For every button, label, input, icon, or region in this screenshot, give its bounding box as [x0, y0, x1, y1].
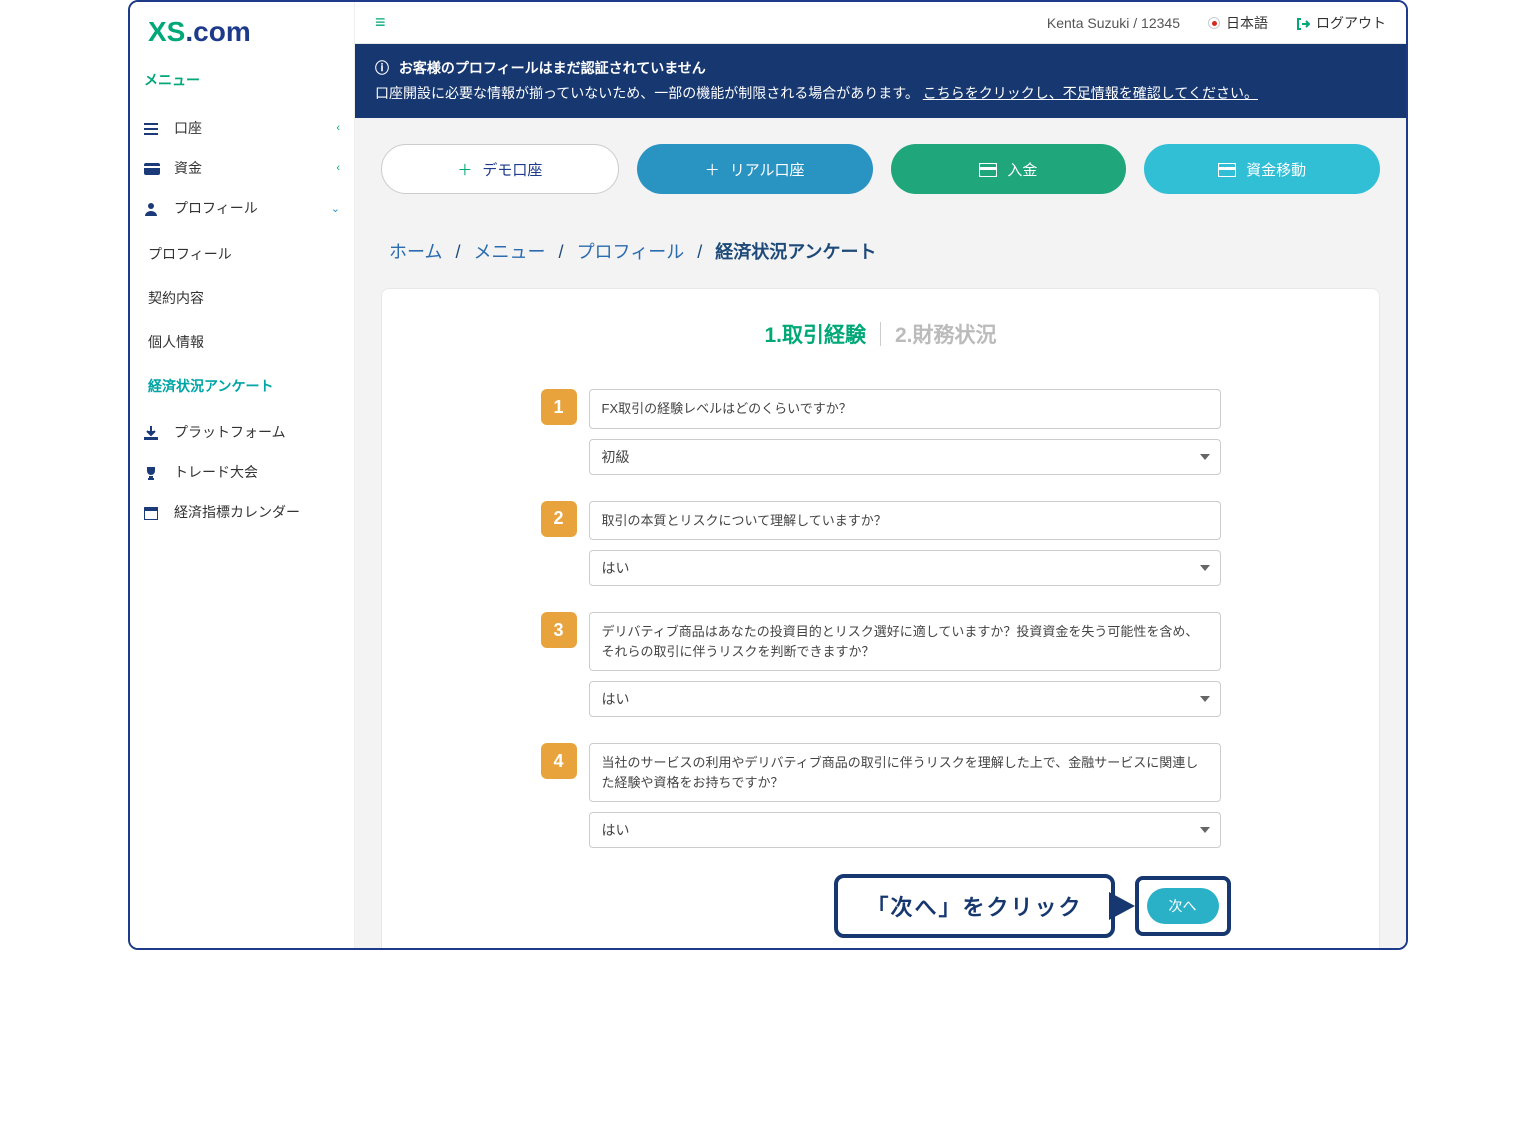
- sidebar: XS.com メニュー 口座 ‹ 資金 ‹: [130, 2, 355, 948]
- step-2[interactable]: 2.財務状況: [895, 319, 997, 349]
- user-info: Kenta Suzuki / 12345: [1047, 15, 1180, 31]
- question-number: 3: [541, 612, 577, 648]
- alert-link[interactable]: こちらをクリックし、不足情報を確認してください。: [923, 85, 1258, 101]
- menu-heading: メニュー: [130, 62, 354, 108]
- sidebar-item-contest[interactable]: トレード大会: [130, 452, 354, 492]
- question-4-select[interactable]: はい: [589, 812, 1221, 848]
- sidebar-item-profile[interactable]: プロフィール ⌄: [130, 188, 354, 228]
- question-label: 取引の本質とリスクについて理解していますか？: [589, 501, 1221, 541]
- trophy-icon: [144, 464, 160, 480]
- crumb-profile[interactable]: プロフィール: [577, 242, 685, 262]
- action-row: ＋ デモ口座 ＋ リアル口座 入金 資金移動: [355, 118, 1406, 220]
- sub-item-personal[interactable]: 個人情報: [130, 320, 354, 364]
- question-3-select[interactable]: はい: [589, 681, 1221, 717]
- question-4: 4 当社のサービスの利用やデリバティブ商品の取引に伴うリスクを理解した上で、金融…: [541, 743, 1221, 848]
- question-1-select[interactable]: 初級: [589, 439, 1221, 475]
- flag-jp-icon: [1208, 17, 1220, 29]
- real-account-button[interactable]: ＋ リアル口座: [637, 144, 873, 194]
- next-button[interactable]: 次へ: [1147, 888, 1219, 924]
- card-icon: [979, 161, 997, 178]
- alert-banner: ⓘ お客様のプロフィールはまだ認証されていません 口座開設に必要な情報が揃ってい…: [355, 44, 1406, 118]
- calendar-icon: [144, 504, 160, 520]
- question-number: 2: [541, 501, 577, 537]
- crumb-current: 経済状況アンケート: [715, 242, 876, 262]
- sidebar-item-label: 資金: [174, 158, 202, 178]
- question-label: デリバティブ商品はあなたの投資目的とリスク選好に適していますか？投資資金を失う可…: [589, 612, 1221, 671]
- wallet-icon: [144, 160, 160, 176]
- btn-label: 入金: [1007, 159, 1037, 180]
- sidebar-item-calendar[interactable]: 経済指標カレンダー: [130, 492, 354, 532]
- step-tabs: 1.取引経験 2.財務状況: [402, 319, 1359, 349]
- chevron-left-icon: ‹: [336, 162, 340, 174]
- lang-label: 日本語: [1226, 13, 1268, 33]
- step-divider: [880, 322, 881, 346]
- question-2: 2 取引の本質とリスクについて理解していますか？ はい: [541, 501, 1221, 587]
- question-3: 3 デリバティブ商品はあなたの投資目的とリスク選好に適していますか？投資資金を失…: [541, 612, 1221, 717]
- plus-icon: ＋: [705, 159, 720, 180]
- profile-sublist: プロフィール 契約内容 個人情報 経済状況アンケート: [130, 228, 354, 412]
- logo-xs: XS: [148, 16, 185, 47]
- crumb-menu[interactable]: メニュー: [474, 242, 546, 262]
- question-number: 4: [541, 743, 577, 779]
- user-icon: [144, 200, 160, 216]
- sidebar-item-label: プラットフォーム: [174, 422, 286, 442]
- logo: XS.com: [130, 2, 354, 62]
- logout-icon: [1296, 14, 1310, 30]
- language-selector[interactable]: 日本語: [1208, 13, 1268, 33]
- card-icon: [1218, 161, 1236, 178]
- crumb-home[interactable]: ホーム: [389, 242, 442, 262]
- sidebar-item-funds[interactable]: 資金 ‹: [130, 148, 354, 188]
- sidebar-item-account[interactable]: 口座 ‹: [130, 108, 354, 148]
- alert-title: お客様のプロフィールはまだ認証されていません: [399, 60, 706, 76]
- question-1: 1 FX取引の経験レベルはどのくらいですか？ 初級: [541, 389, 1221, 475]
- info-icon: ⓘ: [375, 60, 389, 76]
- download-icon: [144, 424, 160, 440]
- sub-item-contract[interactable]: 契約内容: [130, 276, 354, 320]
- hamburger-icon[interactable]: ≡: [375, 12, 386, 33]
- demo-account-button[interactable]: ＋ デモ口座: [381, 144, 619, 194]
- sidebar-item-label: 経済指標カレンダー: [174, 502, 300, 522]
- sidebar-item-label: トレード大会: [174, 462, 258, 482]
- instruction-callout: 「次へ」をクリック: [834, 874, 1114, 938]
- logout-button[interactable]: ログアウト: [1296, 13, 1386, 33]
- step-1[interactable]: 1.取引経験: [764, 319, 866, 349]
- sub-item-profile[interactable]: プロフィール: [130, 232, 354, 276]
- sub-item-survey[interactable]: 経済状況アンケート: [130, 364, 354, 408]
- chevron-left-icon: ‹: [336, 122, 340, 134]
- question-label: 当社のサービスの利用やデリバティブ商品の取引に伴うリスクを理解した上で、金融サー…: [589, 743, 1221, 802]
- logout-label: ログアウト: [1316, 13, 1386, 33]
- chevron-down-icon: ⌄: [331, 202, 340, 215]
- sidebar-item-platform[interactable]: プラットフォーム: [130, 412, 354, 452]
- sidebar-item-label: 口座: [174, 118, 202, 138]
- question-2-select[interactable]: はい: [589, 550, 1221, 586]
- topbar: ≡ Kenta Suzuki / 12345 日本語 ログアウト: [355, 2, 1406, 44]
- question-number: 1: [541, 389, 577, 425]
- next-button-highlight: 次へ: [1135, 876, 1231, 936]
- sidebar-item-label: プロフィール: [174, 198, 258, 218]
- transfer-button[interactable]: 資金移動: [1144, 144, 1380, 194]
- main: ≡ Kenta Suzuki / 12345 日本語 ログアウト ⓘ お客様のプ…: [355, 2, 1406, 948]
- btn-label: デモ口座: [482, 159, 542, 180]
- deposit-button[interactable]: 入金: [891, 144, 1127, 194]
- btn-label: 資金移動: [1246, 159, 1306, 180]
- alert-body: 口座開設に必要な情報が揃っていないため、一部の機能が制限される場合があります。: [375, 85, 919, 101]
- survey-card: 1.取引経験 2.財務状況 1 FX取引の経験レベルはどのくらいですか？ 初級 …: [381, 288, 1380, 950]
- list-icon: [144, 120, 160, 136]
- logo-dot: .: [185, 16, 193, 47]
- breadcrumb: ホーム / メニュー / プロフィール / 経済状況アンケート: [355, 220, 1406, 288]
- btn-label: リアル口座: [730, 159, 805, 180]
- question-label: FX取引の経験レベルはどのくらいですか？: [589, 389, 1221, 429]
- logo-com: com: [193, 16, 251, 47]
- plus-icon: ＋: [457, 159, 472, 180]
